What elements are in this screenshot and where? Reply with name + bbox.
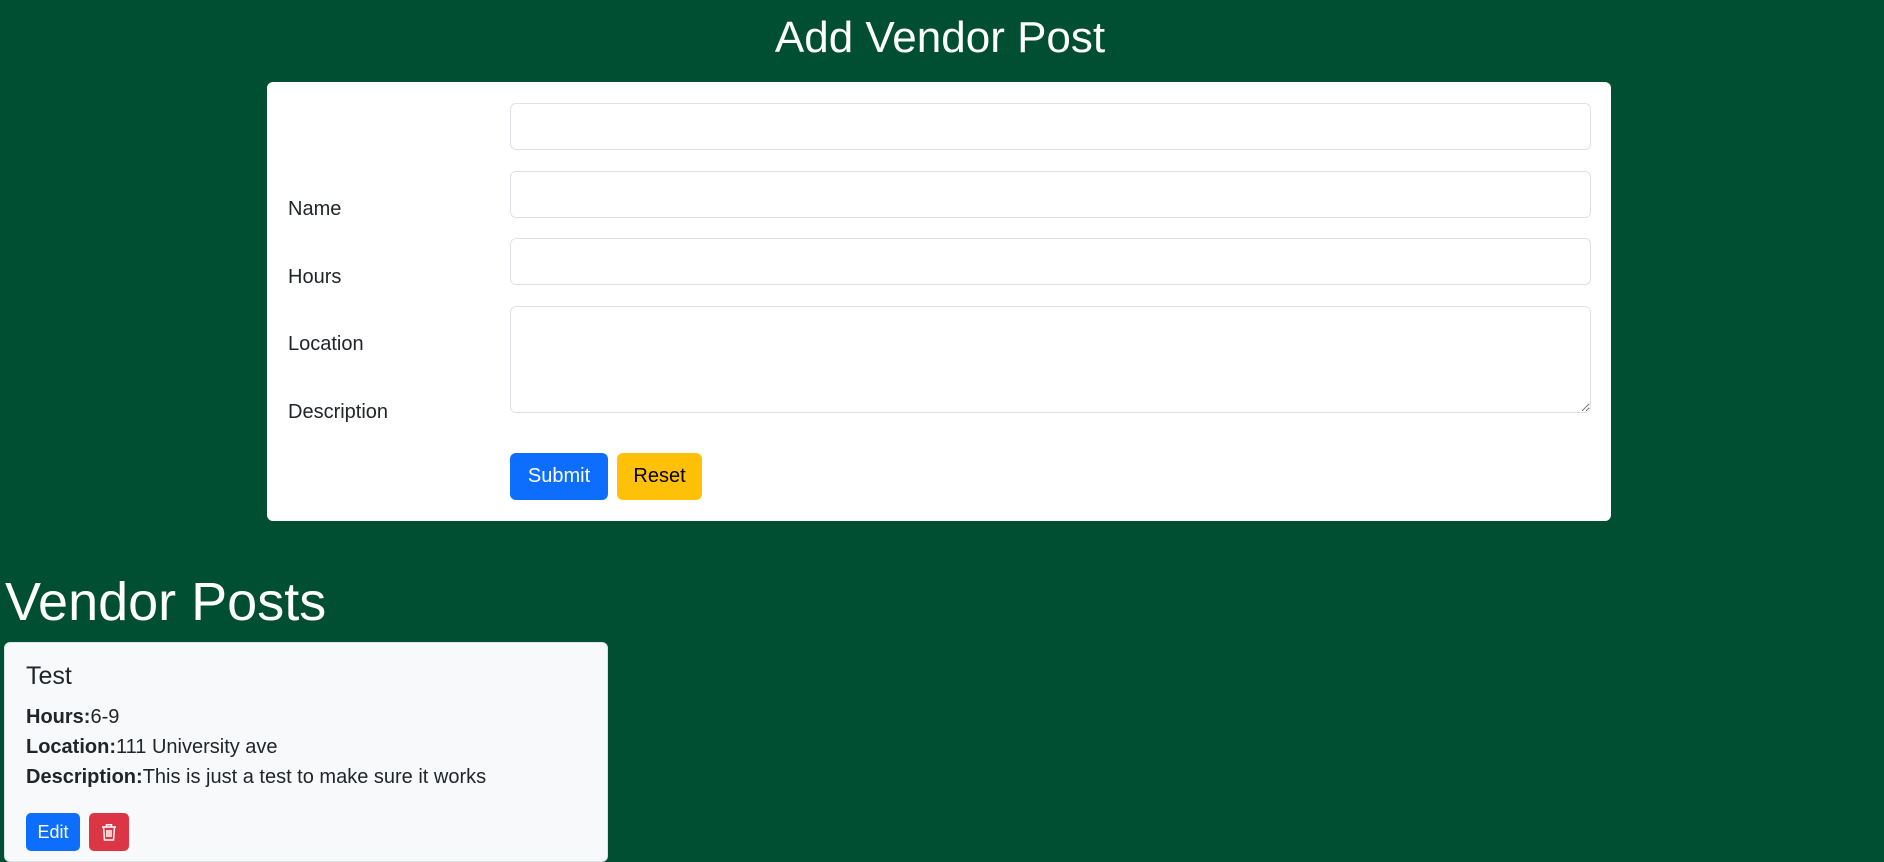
hours-label: Hours: [288, 266, 342, 288]
description-textarea[interactable]: [510, 306, 1591, 413]
name-label: Name: [288, 198, 342, 220]
reset-button[interactable]: Reset: [617, 453, 702, 500]
location-input[interactable]: [510, 238, 1591, 285]
name-input[interactable]: [510, 103, 1591, 150]
edit-button[interactable]: Edit: [26, 813, 80, 851]
trash-icon: [100, 822, 118, 842]
hours-input[interactable]: [510, 171, 1591, 218]
submit-button[interactable]: Submit: [510, 453, 608, 500]
post-description: Description:This is just a test to make …: [26, 765, 486, 789]
location-label: Location: [288, 333, 364, 355]
description-label: Description: [288, 401, 389, 423]
post-description-value: This is just a test to make sure it work…: [142, 766, 487, 788]
delete-button[interactable]: [89, 813, 129, 851]
page-title: Add Vendor Post: [774, 13, 1106, 62]
post-title: Test: [26, 662, 72, 690]
vendor-posts-title: Vendor Posts: [5, 572, 327, 632]
add-vendor-post-form: Name Hours Location Description Submit R…: [267, 82, 1611, 521]
post-description-label: Description:: [26, 766, 143, 788]
post-hours-value: 6-9: [90, 706, 120, 728]
post-location-value: 111 University ave: [116, 736, 278, 758]
vendor-post-card: Test Hours:6-9 Location:111 University a…: [4, 642, 608, 862]
post-hours-label: Hours:: [26, 706, 91, 728]
post-hours: Hours:6-9: [26, 705, 119, 729]
post-location: Location:111 University ave: [26, 735, 278, 759]
post-location-label: Location:: [26, 736, 116, 758]
